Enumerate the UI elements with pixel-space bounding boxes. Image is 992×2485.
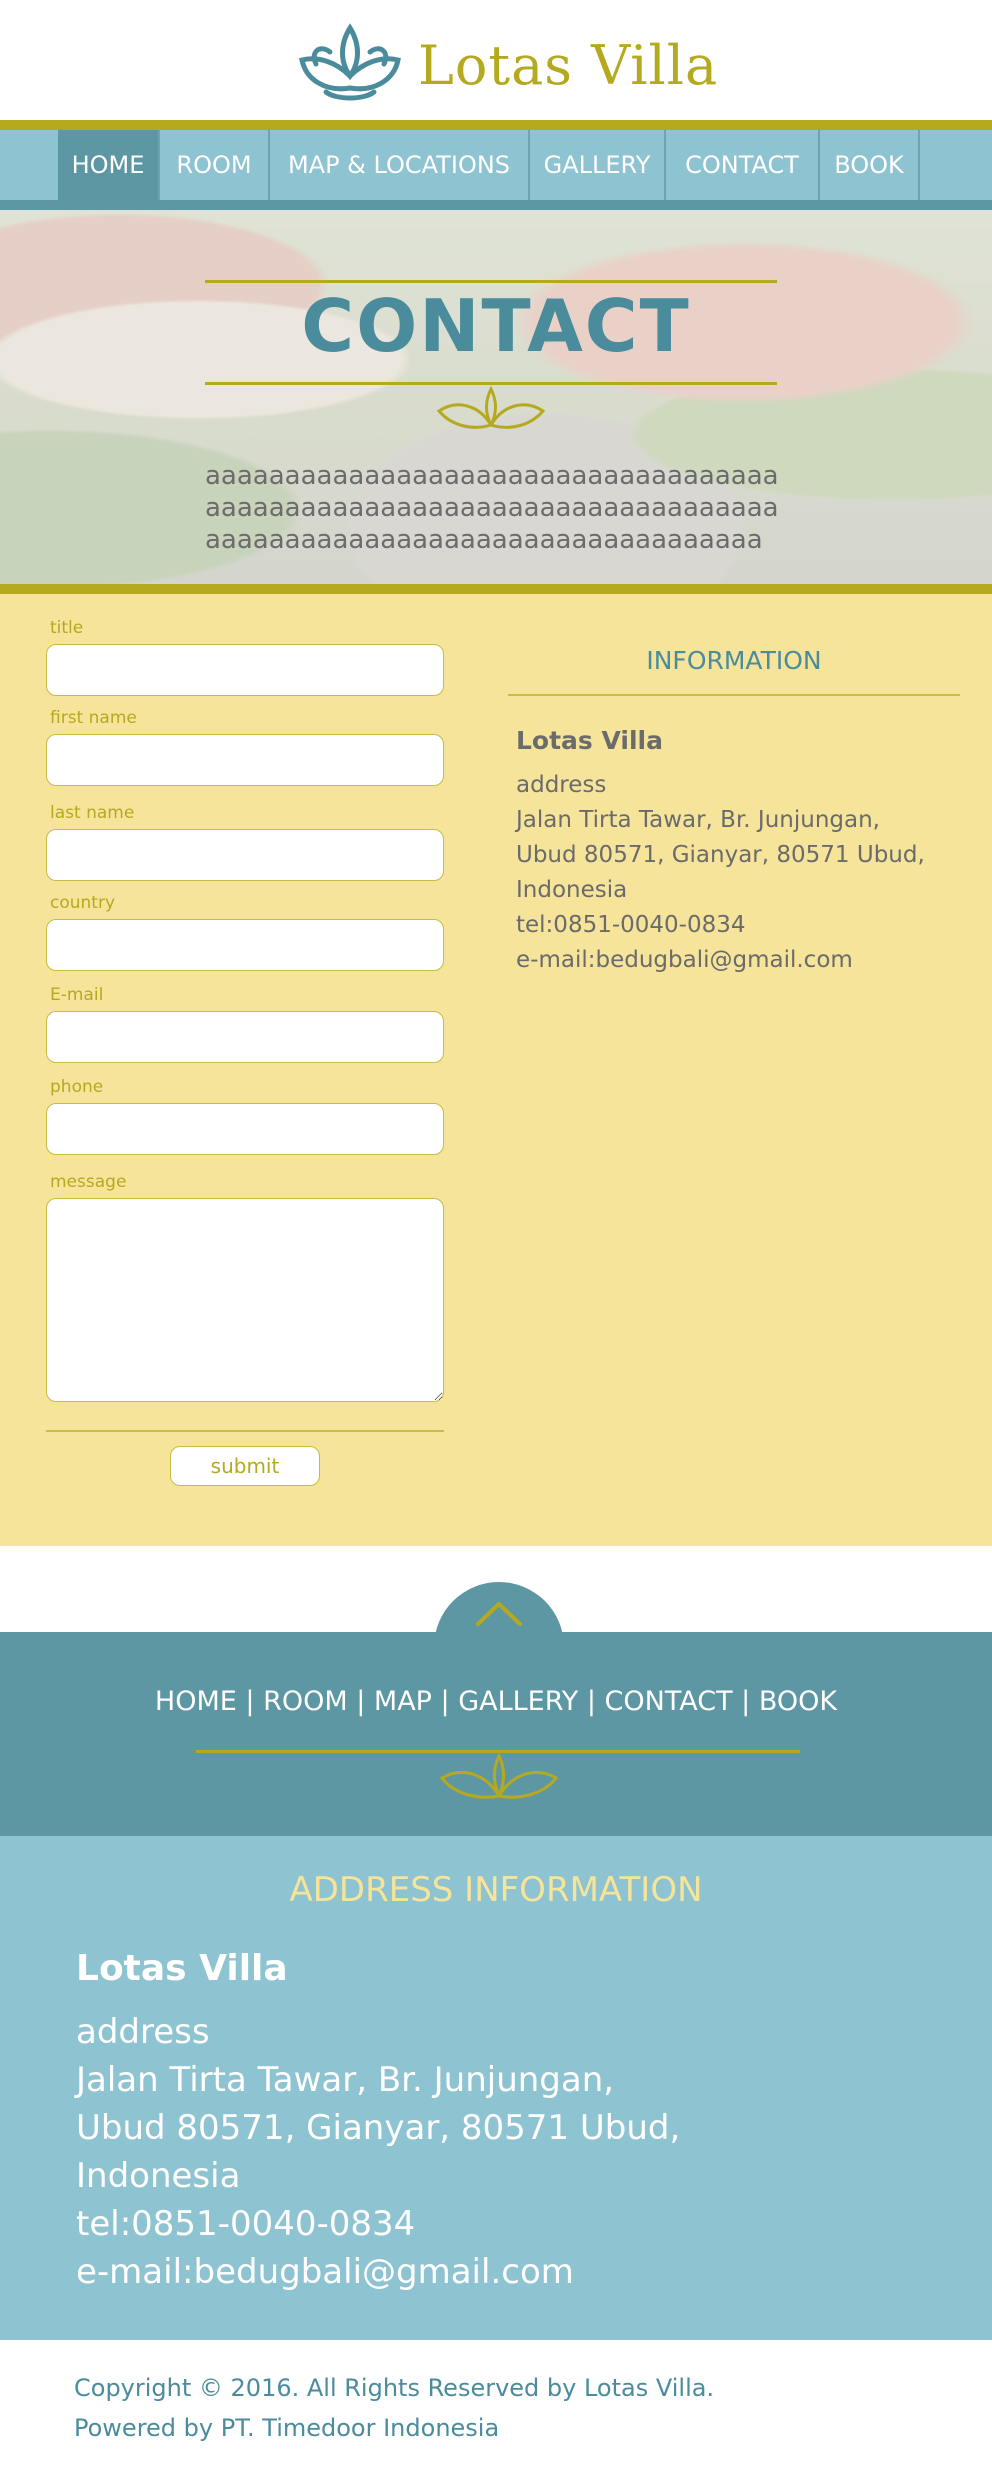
message-label: message	[50, 1172, 127, 1192]
copyright-text: Copyright © 2016. All Rights Reserved by…	[74, 2374, 715, 2402]
address-country: Indonesia	[76, 2156, 241, 2196]
address-label: address	[76, 2012, 210, 2052]
address-information-title: ADDRESS INFORMATION	[289, 1870, 703, 1910]
address-phone[interactable]: tel:0851-0040-0834	[76, 2204, 415, 2244]
form-divider	[46, 1430, 444, 1432]
first-name-label: first name	[50, 708, 137, 728]
information-email[interactable]: e-mail:bedugbali@gmail.com	[516, 947, 853, 973]
brand-name[interactable]: Lotas Villa	[418, 34, 718, 97]
chevron-up-icon[interactable]	[474, 1598, 524, 1628]
title-label: title	[50, 618, 84, 638]
hero-divider	[0, 584, 992, 594]
powered-by-text[interactable]: Powered by PT. Timedoor Indonesia	[74, 2414, 499, 2442]
information-city: Ubud 80571, Gianyar, 80571 Ubud,	[516, 842, 925, 868]
information-country: Indonesia	[516, 877, 628, 903]
message-textarea[interactable]	[46, 1198, 444, 1402]
address-street: Jalan Tirta Tawar, Br. Junjungan,	[76, 2060, 615, 2100]
contact-section: title first name last name country E-mai…	[0, 594, 992, 1546]
copyright-footer: Copyright © 2016. All Rights Reserved by…	[0, 2340, 992, 2485]
flourish-ornament-icon	[436, 385, 546, 429]
contact-hero: CONTACT aaaaaaaaaaaaaaaaaaaaaaaaaaaaaaaa…	[0, 210, 992, 584]
title-field[interactable]	[46, 644, 444, 696]
country-label: country	[50, 893, 116, 913]
lotus-icon[interactable]	[296, 22, 404, 104]
information-phone[interactable]: tel:0851-0040-0834	[516, 912, 746, 938]
hero-description: aaaaaaaaaaaaaaaaaaaaaaaaaaaaaaaaaaaaaaaa…	[205, 461, 779, 555]
site-header: Lotas Villa	[0, 0, 992, 120]
last-name-label: last name	[50, 803, 135, 823]
address-information-section: ADDRESS INFORMATION Lotas Villa address …	[0, 1836, 992, 2340]
phone-label: phone	[50, 1077, 104, 1097]
phone-field[interactable]	[46, 1103, 444, 1155]
address-city: Ubud 80571, Gianyar, 80571 Ubud,	[76, 2108, 681, 2148]
nav-item-home[interactable]: HOME	[58, 130, 158, 200]
page-title: CONTACT	[301, 284, 691, 368]
flourish-ornament-icon	[439, 1752, 559, 1799]
email-label: E-mail	[50, 985, 104, 1005]
information-divider	[508, 694, 960, 696]
nav-item-book[interactable]: BOOK	[820, 130, 918, 200]
footer-nav-links[interactable]: HOME | ROOM | MAP | GALLERY | CONTACT | …	[0, 1686, 992, 1717]
footer-nav: HOME | ROOM | MAP | GALLERY | CONTACT | …	[0, 1632, 992, 1836]
address-villa-name: Lotas Villa	[76, 1948, 288, 1989]
nav-item-map-locations[interactable]: MAP & LOCATIONS	[270, 130, 528, 200]
information-title: INFORMATION	[646, 646, 822, 675]
nav-item-contact[interactable]: CONTACT	[666, 130, 818, 200]
last-name-field[interactable]	[46, 829, 444, 881]
hero-top-rule	[205, 280, 777, 283]
first-name-field[interactable]	[46, 734, 444, 786]
information-address-label: address	[516, 772, 607, 798]
nav-item-gallery[interactable]: GALLERY	[530, 130, 664, 200]
information-villa-name: Lotas Villa	[516, 726, 663, 755]
header-divider	[0, 120, 992, 130]
country-field[interactable]	[46, 919, 444, 971]
information-street: Jalan Tirta Tawar, Br. Junjungan,	[516, 807, 880, 833]
address-email[interactable]: e-mail:bedugbali@gmail.com	[76, 2252, 574, 2292]
nav-bottom-border	[0, 200, 992, 210]
nav-separator	[918, 130, 920, 200]
main-nav: HOME ROOM MAP & LOCATIONS GALLERY CONTAC…	[0, 130, 992, 200]
nav-item-room[interactable]: ROOM	[160, 130, 268, 200]
email-field[interactable]	[46, 1011, 444, 1063]
submit-button[interactable]: submit	[170, 1446, 320, 1486]
